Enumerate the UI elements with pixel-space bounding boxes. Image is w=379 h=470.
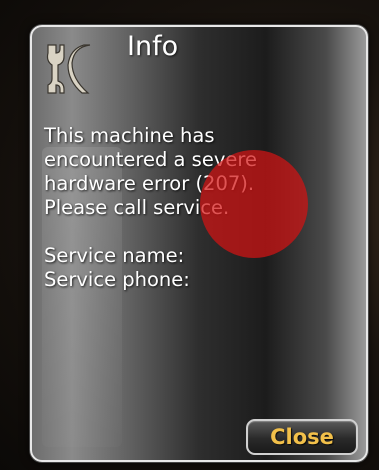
message-line: encountered a severe [44,148,257,171]
wrench-icon [46,44,91,94]
message-line: This machine has [44,124,215,147]
close-button[interactable]: Close [246,419,358,455]
info-dialog: Info This machine has encountered a seve… [30,25,368,462]
dialog-title: Info [127,31,179,62]
service-phone-label: Service phone: [44,268,190,291]
message-line: hardware error (207). [44,172,255,195]
message-line: Please call service. [44,196,230,219]
error-message: This machine has encountered a severe ha… [44,124,344,292]
service-name-label: Service name: [44,244,185,267]
screen-background: Info This machine has encountered a seve… [0,0,379,470]
